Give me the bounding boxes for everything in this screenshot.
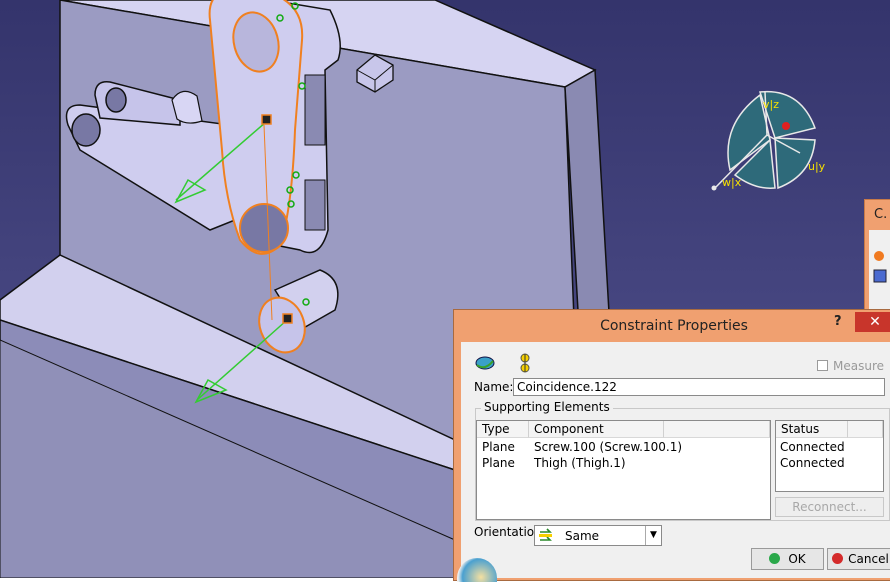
ok-icon [769, 553, 781, 564]
elements-table[interactable]: Type Component Plane Screw.100 (Screw.10… [476, 420, 771, 520]
row-component: Thigh (Thigh.1) [534, 456, 626, 470]
name-label: Name: [474, 380, 514, 394]
status-table[interactable]: Status Connected Connected [775, 420, 884, 492]
row-type: Plane [482, 456, 515, 470]
name-field[interactable]: Coincidence.122 [513, 378, 885, 396]
cancel-label: Cancel [848, 552, 889, 566]
table-row[interactable]: Plane Screw.100 (Screw.100.1) [477, 439, 770, 455]
column-header-status[interactable]: Status [776, 421, 848, 438]
constraint-properties-dialog: Constraint Properties ? ✕ Measure Name: … [453, 309, 890, 582]
close-button[interactable]: ✕ [855, 312, 890, 332]
column-header-type[interactable]: Type [477, 421, 529, 438]
ok-label: OK [788, 552, 806, 566]
orientation-value: Same [565, 529, 600, 543]
row-component: Screw.100 (Screw.100.1) [534, 440, 683, 454]
background-panel-body [869, 230, 890, 314]
table-row[interactable]: Plane Thigh (Thigh.1) [477, 455, 770, 471]
dialog-title-bar[interactable]: Constraint Properties ? ✕ [454, 310, 890, 342]
chevron-down-icon[interactable]: ▼ [645, 526, 661, 545]
help-button[interactable]: ? [834, 314, 846, 332]
compass-red-dot [782, 122, 790, 130]
dialog-corner-globe [457, 558, 497, 582]
column-header-status-extra[interactable] [848, 421, 883, 438]
orientation-same-icon [539, 528, 552, 541]
row-type: Plane [482, 440, 515, 454]
column-header-component[interactable]: Component [529, 421, 664, 438]
measure-checkbox[interactable] [817, 360, 828, 371]
compass-label-z: v|z [763, 98, 779, 111]
orientation-label: Orientation [474, 525, 542, 539]
cancel-icon [832, 553, 844, 564]
column-header-extra[interactable] [664, 421, 770, 438]
coincidence-icon[interactable] [516, 352, 534, 374]
dialog-body: Measure Name: Coincidence.122 Supporting… [457, 342, 890, 582]
reconnect-button[interactable]: Reconnect... [775, 497, 884, 517]
orientation-select[interactable]: Same ▼ [534, 525, 662, 546]
cancel-button[interactable]: Cancel [827, 548, 890, 570]
supporting-elements-label: Supporting Elements [481, 400, 613, 414]
measure-label: Measure [833, 359, 884, 373]
status-cell: Connected [780, 440, 845, 454]
background-panel[interactable]: C. [864, 199, 890, 316]
status-cell: Connected [780, 456, 845, 470]
dialog-title: Constraint Properties [600, 318, 748, 334]
ok-button[interactable]: OK [751, 548, 824, 570]
constraint-icon[interactable] [474, 353, 496, 373]
background-panel-icon [873, 251, 887, 283]
name-field-value: Coincidence.122 [517, 380, 617, 394]
background-panel-title: C. [874, 207, 888, 222]
compass-label-y: u|y [808, 160, 826, 173]
compass-label-x: w|x [722, 176, 742, 189]
